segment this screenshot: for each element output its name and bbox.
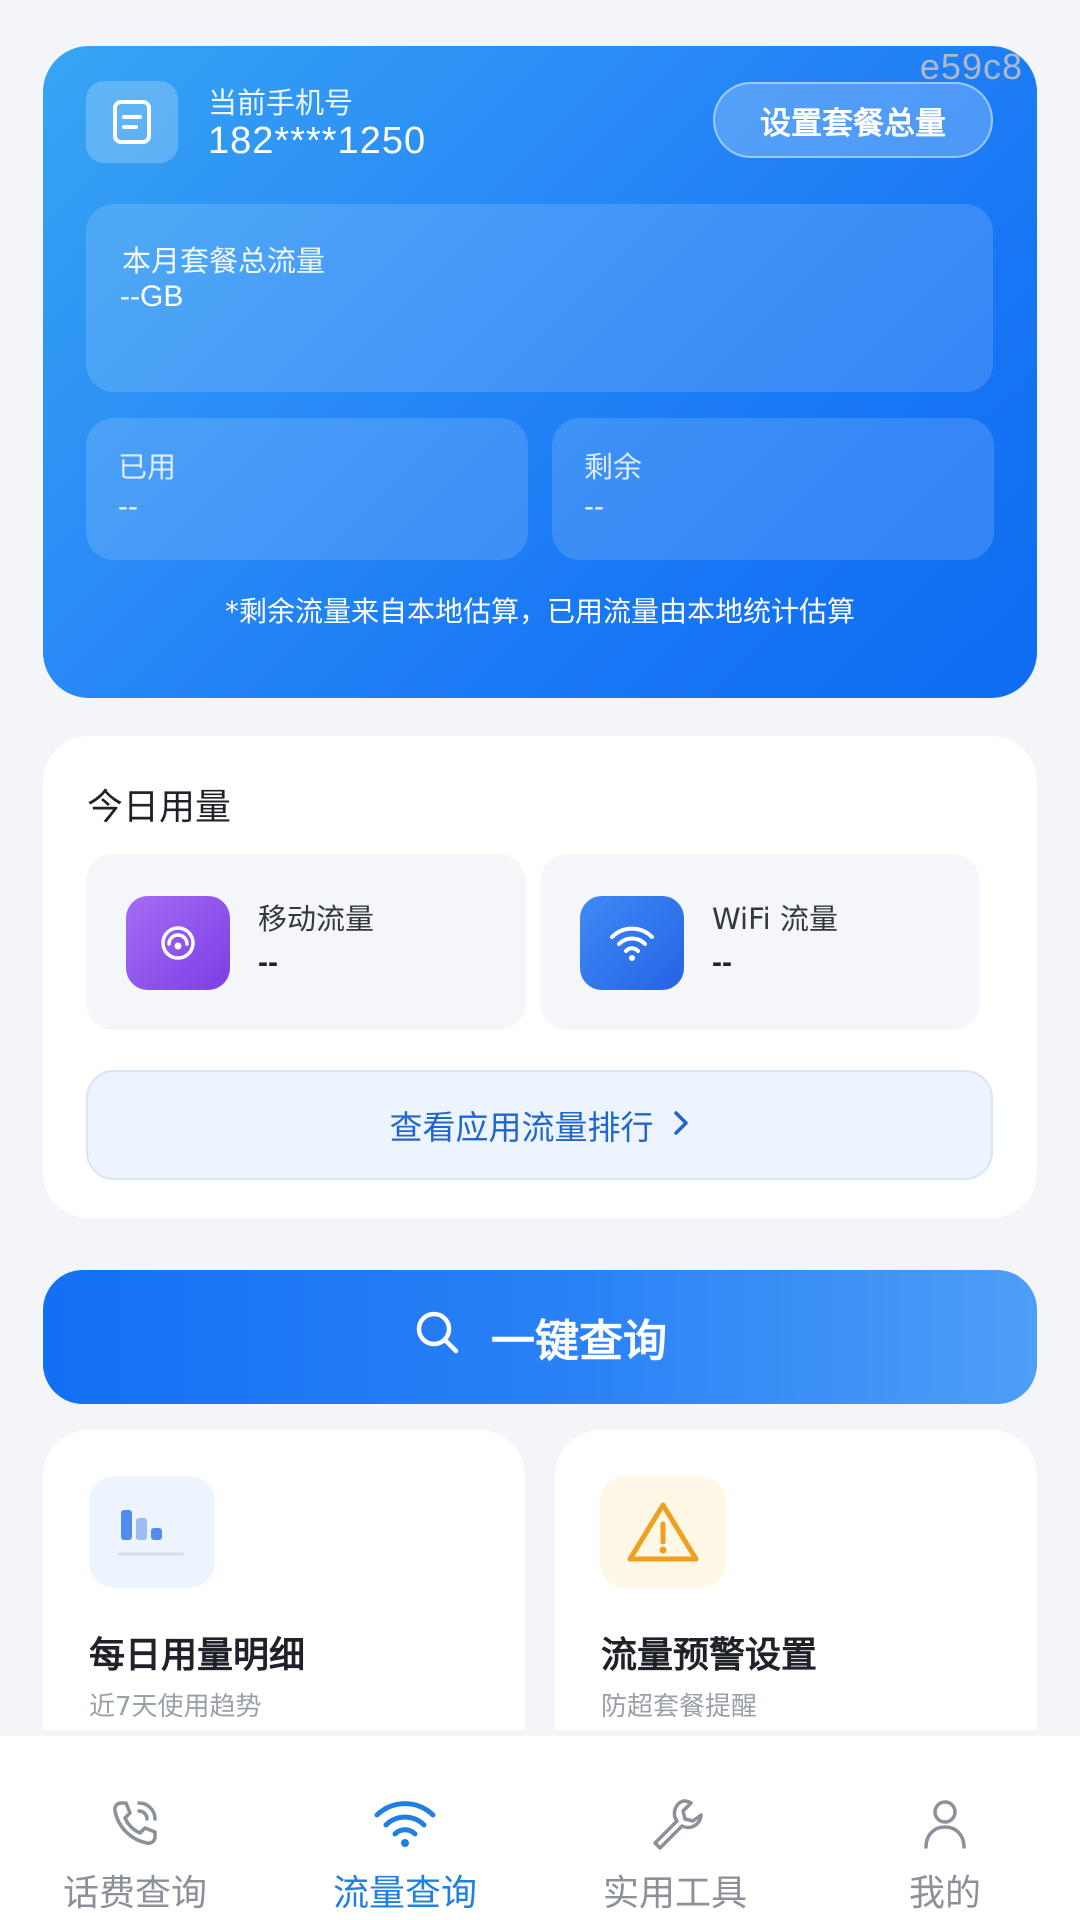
monthly-total-box: 本月套餐总流量 --GB [86, 204, 993, 392]
monthly-total-value: --GB [120, 280, 184, 313]
phone-number-value: 182****1250 [208, 120, 427, 162]
daily-usage-title: 每日用量明细 [89, 1635, 306, 1676]
remaining-label: 剩余 [584, 450, 643, 484]
one-key-query-label: 一键查询 [491, 1316, 667, 1367]
nav-label-tools: 实用工具 [602, 1873, 747, 1914]
bar-chart-icon [89, 1476, 215, 1588]
today-usage-title: 今日用量 [87, 787, 232, 828]
wifi-icon [580, 896, 684, 990]
nav-item-bill-query[interactable]: 话费查询 [0, 1736, 270, 1920]
estimate-note: *剩余流量来自本地估算，已用流量由本地统计估算 [224, 595, 855, 628]
wifi-data-value: -- [712, 946, 732, 979]
wrench-icon [647, 1794, 703, 1852]
app-traffic-ranking-label: 查看应用流量排行 [389, 1108, 654, 1147]
traffic-alert-title: 流量预警设置 [601, 1635, 818, 1676]
used-value: -- [118, 490, 138, 523]
search-icon [413, 1308, 461, 1367]
phone-number-label: 当前手机号 [208, 86, 354, 120]
one-key-query-button[interactable]: 一键查询 [43, 1270, 1037, 1404]
traffic-alert-subtitle: 防超套餐提醒 [601, 1692, 758, 1722]
sim-card-icon [86, 81, 178, 163]
nav-label-traffic-query: 流量查询 [332, 1873, 477, 1914]
nav-item-mine[interactable]: 我的 [810, 1736, 1080, 1920]
mobile-data-value: -- [258, 946, 278, 979]
wifi-data-label: WiFi 流量 [712, 902, 838, 936]
nav-label-bill-query: 话费查询 [62, 1873, 207, 1914]
remaining-data-box: 剩余 -- [552, 418, 994, 560]
traffic-alert-settings-card[interactable]: 流量预警设置 防超套餐提醒 [555, 1430, 1037, 1730]
daily-usage-detail-card[interactable]: 每日用量明细 近7天使用趋势 [43, 1430, 525, 1730]
app-traffic-ranking-button[interactable]: 查看应用流量排行 [86, 1070, 993, 1180]
phone-icon [107, 1794, 163, 1852]
nav-item-traffic-query[interactable]: 流量查询 [270, 1736, 540, 1920]
mobile-data-label: 移动流量 [258, 902, 375, 936]
wifi-data-tile: WiFi 流量 -- [540, 854, 980, 1030]
nav-label-mine: 我的 [908, 1873, 981, 1914]
daily-usage-subtitle: 近7天使用趋势 [89, 1692, 262, 1722]
used-label: 已用 [118, 450, 177, 484]
used-data-box: 已用 -- [86, 418, 528, 560]
bottom-navigation: 话费查询 流量查询 实用工具 我的 [0, 1736, 1080, 1920]
chevron-right-icon [672, 1106, 690, 1145]
mobile-data-tile: 移动流量 -- [86, 854, 526, 1030]
user-icon [917, 1794, 973, 1852]
wifi-icon [372, 1794, 438, 1852]
set-plan-total-button[interactable]: 设置套餐总量 [713, 82, 993, 158]
nav-item-tools[interactable]: 实用工具 [540, 1736, 810, 1920]
today-usage-card: 今日用量 移动流量 -- WiFi 流量 -- 查看应用流量排行 [43, 736, 1037, 1218]
warning-icon [600, 1476, 726, 1588]
mobile-signal-icon [126, 896, 230, 990]
plan-summary-card: e59c8 当前手机号 182****1250 设置套餐总量 本月套餐总流量 -… [43, 46, 1037, 698]
monthly-total-label: 本月套餐总流量 [122, 244, 326, 278]
remaining-value: -- [584, 490, 604, 523]
